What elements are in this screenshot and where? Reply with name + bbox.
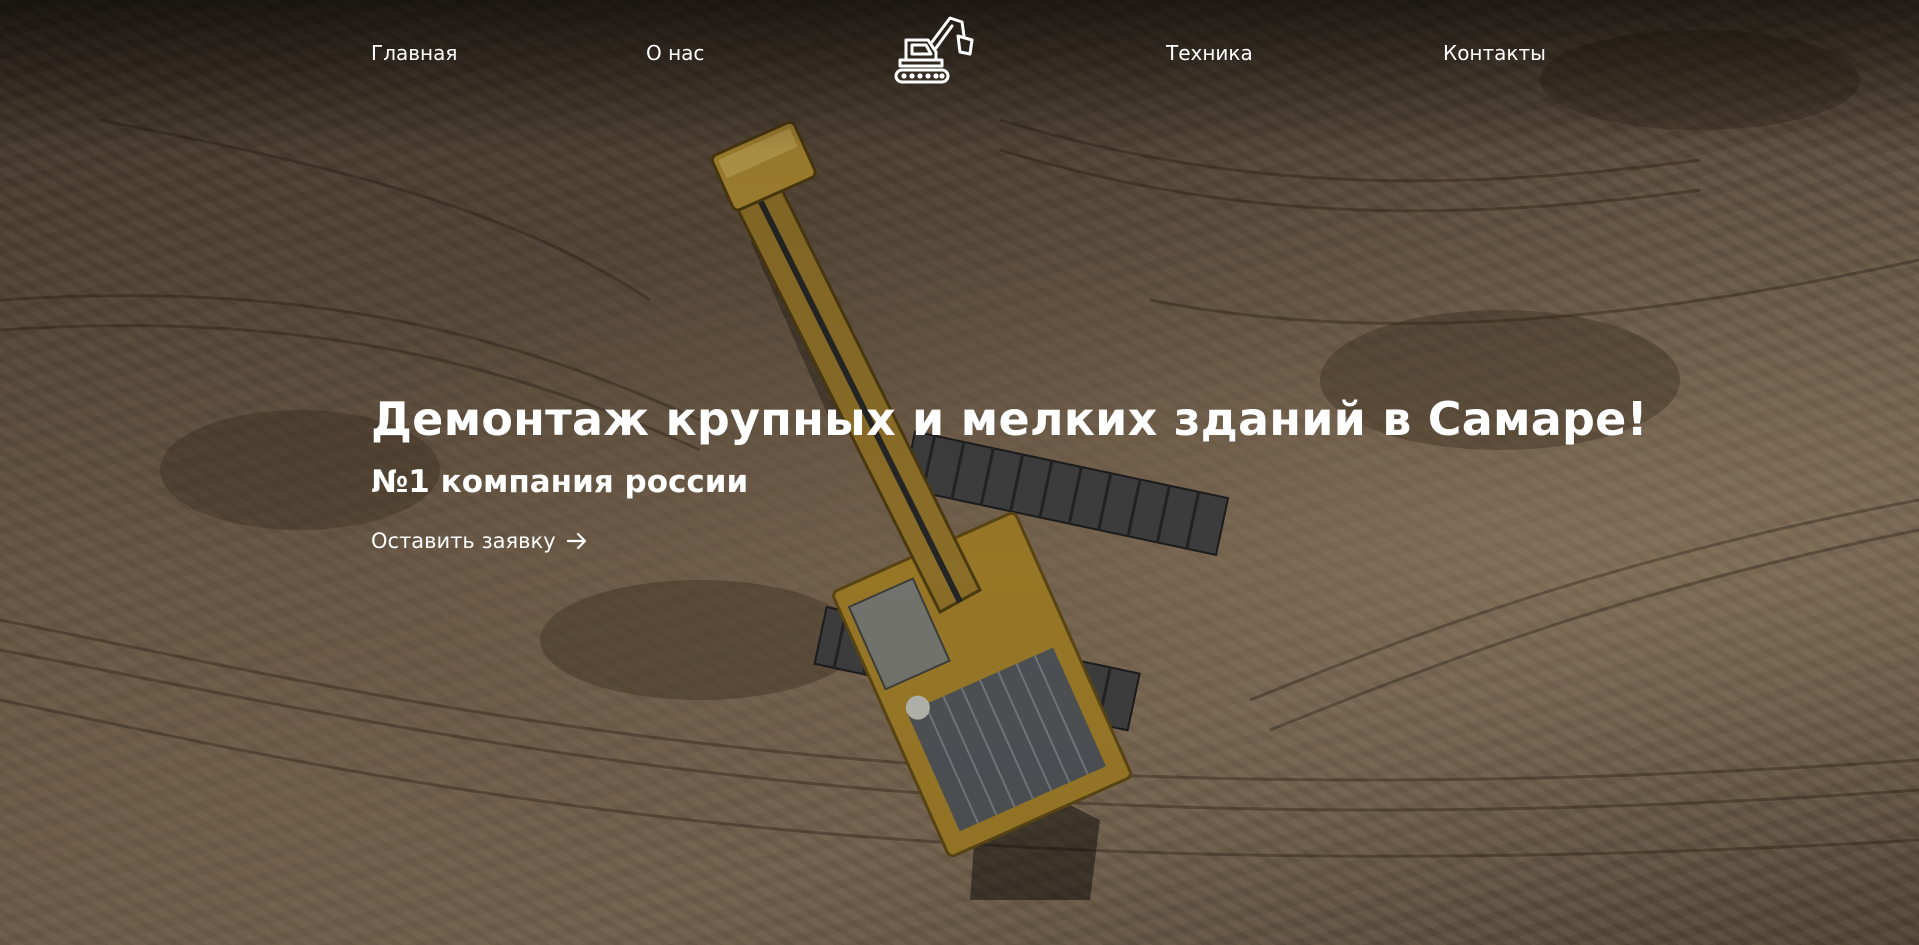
hero-section: Главная О нас Техника Контакты Демонтаж … xyxy=(0,0,1919,945)
hero-overlay xyxy=(0,0,1919,945)
arrow-right-icon xyxy=(566,532,586,550)
excavator-icon[interactable] xyxy=(892,12,978,88)
request-button-label: Оставить заявку xyxy=(371,529,556,553)
nav-link-home[interactable]: Главная xyxy=(371,40,457,66)
request-button[interactable]: Оставить заявку xyxy=(371,527,588,555)
nav-link-equipment[interactable]: Техника xyxy=(1166,40,1253,66)
main-navigation: Главная О нас Техника Контакты xyxy=(0,0,1919,110)
hero-subheadline: №1 компания россии xyxy=(371,464,749,500)
nav-link-about[interactable]: О нас xyxy=(646,40,704,66)
hero-headline: Демонтаж крупных и мелких зданий в Самар… xyxy=(371,392,1648,446)
nav-link-contacts[interactable]: Контакты xyxy=(1443,40,1546,66)
